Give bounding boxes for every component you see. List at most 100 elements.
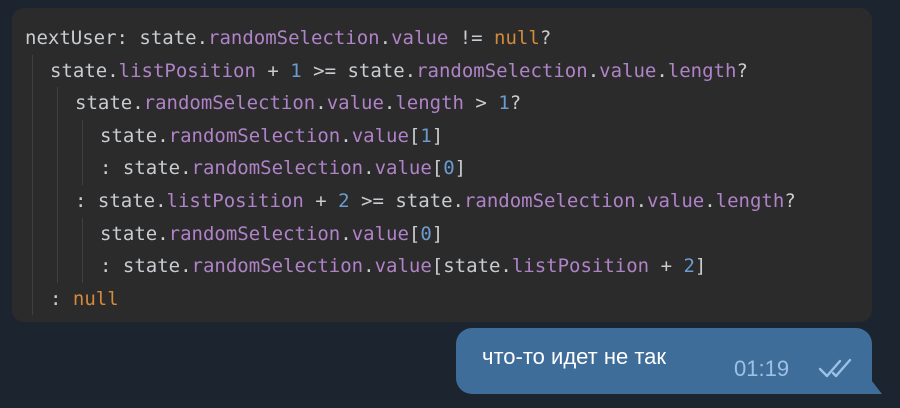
code-token: >= state. [301,59,417,82]
code-token: value [351,124,409,147]
indent-guide [57,250,58,283]
message-tail [868,376,882,394]
code-line: state.randomSelection.value[0] [25,217,872,251]
code-token: randomSelection [168,222,341,245]
code-token: ? [539,27,552,49]
code-token: 0 [443,157,455,180]
chat-view: nextUser: state.randomSelection.value !=… [0,0,900,408]
indent-guide [32,87,33,120]
code-line: : state.listPosition + 2 >= state.random… [25,184,872,218]
code-token: [ [431,157,444,180]
indent-guide [82,119,83,153]
code-token: listPosition [118,59,256,82]
code-token: [ [408,222,421,245]
code-token: : state. [100,157,192,180]
code-token: 1 [290,59,302,82]
code-token: randomSelection [168,124,341,147]
code-line: : state.randomSelection.value[0] [25,152,872,185]
code-token: ] [431,124,444,147]
code-token: 2 [338,189,350,212]
indent-guide [32,152,33,185]
code-token: ? [509,92,522,115]
message-time: 01:19 [734,356,790,381]
code-token: randomSelection [208,27,380,49]
code-token: value [391,27,449,49]
code-token: state. [50,59,119,82]
indent-guide [32,250,33,283]
code-token: listPosition [166,189,304,212]
indent-guide [57,87,58,120]
code-token: value [647,189,705,212]
code-token: value [351,222,409,245]
code-token: randomSelection [463,189,636,212]
code-token: != [448,27,495,49]
code-token: + [303,189,339,212]
code-token: 1 [498,92,510,115]
code-token: length [667,59,737,82]
code-token: nextUser: state. [25,27,209,49]
indent-guide [82,217,83,251]
code-token: length [395,92,464,115]
code-line: : state.randomSelection.value[state.list… [25,250,872,283]
code-token: ] [431,222,444,245]
indent-guide [57,152,58,185]
code-token: listPosition [511,255,650,278]
code-token: state. [75,92,144,115]
code-token: value [326,92,384,115]
code-token: randomSelection [416,59,588,82]
outgoing-message-bubble[interactable]: что-то идет не так 01:19 [456,328,872,394]
code-token: randomSelection [143,92,316,115]
code-token: . [315,92,327,115]
indent-guide [32,282,33,316]
code-token: 0 [420,222,432,245]
code-token: state. [100,124,169,147]
code-token: >= state. [349,189,464,212]
code-token: . [656,59,668,82]
code-token: randomSelection [191,255,364,278]
code-token: . [587,59,600,82]
code-token: : state. [100,255,192,278]
code-token: 1 [420,124,432,147]
code-line: : null [25,282,872,316]
message-text: что-то идет не так [482,344,667,369]
code-token: ? [784,189,796,212]
indent-guide [82,152,83,185]
code-token: + [649,255,684,278]
code-token: ? [736,59,748,82]
code-token: randomSelection [191,157,364,180]
code-token: . [704,189,716,212]
code-token: value [374,157,432,180]
code-token: 2 [683,255,695,278]
indent-guide [32,54,33,88]
code-token: + [255,59,291,82]
code-token: : state. [75,189,167,212]
code-token: value [599,59,657,82]
code-token: null [72,287,119,310]
code-token: . [340,222,352,245]
indent-guide [57,217,58,251]
indent-guide [57,184,58,218]
code-token: . [340,124,352,147]
double-check-icon [818,358,852,378]
code-token: null [494,27,540,49]
code-message: nextUser: state.randomSelection.value !=… [12,8,872,322]
code-token: : [50,287,73,310]
code-line: nextUser: state.randomSelection.value !=… [25,22,872,55]
indent-guide [32,184,33,218]
indent-guide [57,119,58,153]
code-token: . [635,189,648,212]
code-token: . [379,27,392,49]
indent-guide [32,119,33,153]
code-token: state. [100,222,169,245]
code-token: . [363,255,375,278]
code-token: > [463,92,499,115]
indent-guide [82,250,83,283]
code-token: ] [454,157,467,180]
code-token: [state. [431,255,512,278]
code-token: length [715,189,785,212]
code-line: state.randomSelection.value.length > 1? [25,87,872,120]
code-token: . [363,157,375,180]
code-line: state.listPosition + 1 >= state.randomSe… [25,54,872,88]
code-lines: nextUser: state.randomSelection.value !=… [25,22,872,316]
indent-guide [32,217,33,251]
